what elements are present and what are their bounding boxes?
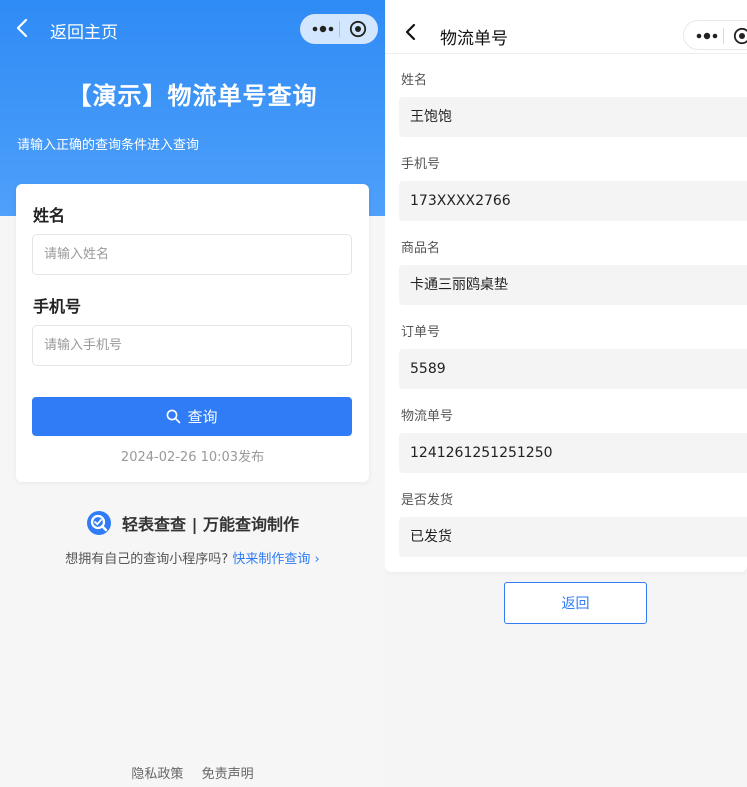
phone-label: 手机号 [33,297,82,316]
brand-text: 轻表查查 | 万能查询制作 [122,515,299,534]
result-screen: 物流单号 姓名 王饱饱 手机号 173XXXX2766 商品名 卡通三丽鸥桌垫 … [385,0,747,787]
info-label: 物流单号 [401,409,454,424]
search-icon [167,409,181,424]
result-sheet: 物流单号 姓名 王饱饱 手机号 173XXXX2766 商品名 卡通三丽鸥桌垫 … [385,0,747,572]
back-arrow-icon[interactable] [14,17,32,39]
privacy-policy-link[interactable]: 隐私政策 [131,767,183,782]
close-mini-program-icon[interactable] [349,20,367,38]
phone-input[interactable] [32,325,352,366]
mini-program-capsule [300,14,378,44]
page-title: 【演示】物流单号查询 [67,82,318,110]
result-nav-title: 物流单号 [440,29,508,49]
publish-time: 2024-02-26 10:03发布 [120,450,265,465]
promo-line: 想拥有自己的查询小程序吗? 快来制作查询 › [0,548,385,567]
more-icon[interactable] [312,25,334,33]
info-value: 王饱饱 [399,97,747,137]
query-button-label: 查询 [187,408,218,426]
info-label: 姓名 [401,73,428,88]
nav-bar: 返回主页 [0,0,385,58]
capsule-divider [339,21,340,37]
query-button[interactable]: 查询 [32,397,352,436]
promo-text: 想拥有自己的查询小程序吗? [65,552,229,567]
back-arrow-icon[interactable] [403,22,419,42]
return-button[interactable]: 返回 [504,582,647,624]
query-screen: 返回主页 【演示】物流单号查询 请输入正确的查询条件进入查询 姓名 手机号 查询… [0,0,385,787]
capsule-divider [723,28,724,44]
brand-row: 轻表查查 | 万能查询制作 [0,510,385,536]
close-mini-program-icon[interactable] [733,27,747,45]
info-value: 卡通三丽鸥桌垫 [399,265,747,305]
mini-program-capsule [683,20,747,50]
nav-title[interactable]: 返回主页 [50,18,118,43]
page-subtitle: 请输入正确的查询条件进入查询 [17,138,200,153]
brand-logo-icon [87,511,111,535]
name-label: 姓名 [33,206,66,225]
info-value: 已发货 [399,517,747,557]
more-icon[interactable] [696,32,718,40]
info-label: 商品名 [401,241,441,256]
result-nav-bar: 物流单号 [385,0,747,54]
disclaimer-link[interactable]: 免责声明 [202,767,254,782]
promo-link[interactable]: 快来制作查询 › [232,552,319,567]
info-label: 是否发货 [401,493,454,508]
query-form-card: 姓名 手机号 查询 2024-02-26 10:03发布 [16,184,369,482]
info-value: 1241261251251250 [399,433,747,473]
footer-links: 隐私政策 免责声明 [0,763,385,782]
info-label: 手机号 [401,157,441,172]
name-input[interactable] [32,234,352,275]
info-value: 5589 [399,349,747,389]
info-label: 订单号 [401,325,441,340]
info-value: 173XXXX2766 [399,181,747,221]
